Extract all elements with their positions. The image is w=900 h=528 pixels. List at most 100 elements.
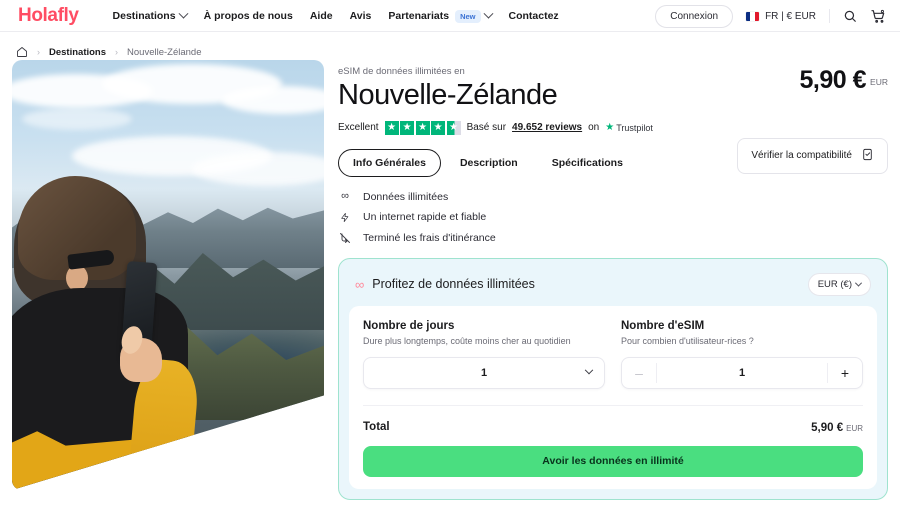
- trustpilot-star-icon: ★: [605, 122, 615, 134]
- nav-item-aide[interactable]: Aide: [310, 10, 333, 22]
- nav-item-label: Avis: [349, 10, 372, 22]
- total-value: 5,90 €: [811, 421, 844, 434]
- nav-item-avis[interactable]: Avis: [350, 10, 372, 22]
- total-row: Total 5,90 € EUR: [363, 404, 863, 436]
- locale-selector[interactable]: FR | € EUR: [746, 11, 816, 22]
- breadcrumb-item-destinations[interactable]: Destinations: [49, 47, 106, 58]
- main-nav: Destinations À propos de nous Aide Avis …: [112, 8, 656, 23]
- chevron-down-icon: [483, 8, 493, 19]
- increment-button[interactable]: +: [828, 358, 862, 388]
- purchase-card-header: ∞ Profitez de données illimitées EUR (€): [349, 269, 877, 306]
- esim-quantity-value: 1: [738, 366, 746, 379]
- home-icon[interactable]: [16, 46, 28, 58]
- nav-item-partenariats[interactable]: Partenariats New: [388, 8, 493, 23]
- phone-check-icon: [861, 148, 874, 164]
- field-days-label: Nombre de jours: [363, 319, 455, 332]
- feature-item-no-roaming: Terminé les frais d'itinérance: [338, 232, 888, 244]
- site-header: Holafly Destinations À propos de nous Ai…: [0, 0, 900, 32]
- trustpilot-brand-label: Trustpilot: [616, 122, 653, 133]
- purchase-title: Profitez de données illimitées: [372, 277, 535, 292]
- feature-item-unlimited-data: ∞ Données illimitées: [338, 191, 888, 203]
- product-tabs: Info Générales Description Spécification…: [338, 148, 638, 177]
- no-roaming-icon: [338, 232, 352, 244]
- product-column: eSIM de données illimitées en Nouvelle-Z…: [338, 60, 888, 500]
- total-amount: 5,90 € EUR: [811, 418, 863, 436]
- breadcrumb-separator: ›: [115, 47, 119, 57]
- product-price: 5,90 € EUR: [800, 66, 888, 95]
- purchase-fields: Nombre de jours Dure plus longtemps, coû…: [363, 320, 863, 389]
- field-esims: Nombre d'eSIM Pour combien d'utilisateur…: [621, 320, 863, 389]
- locale-label: FR | € EUR: [765, 10, 816, 22]
- nav-badge-new: New: [455, 9, 481, 23]
- buy-unlimited-data-button[interactable]: Avoir les données en illimité: [363, 445, 863, 477]
- price-currency: EUR: [870, 77, 888, 87]
- hero-photo: [12, 60, 324, 490]
- trustpilot-brand: ★ Trustpilot: [605, 122, 653, 133]
- cloud-shape: [222, 86, 324, 114]
- feature-label: Données illimitées: [363, 190, 449, 203]
- nav-item-label: Destinations: [112, 10, 176, 22]
- tab-description[interactable]: Description: [445, 149, 533, 177]
- feature-label: Un internet rapide et fiable: [363, 211, 487, 224]
- field-days: Nombre de jours Dure plus longtemps, coû…: [363, 320, 605, 389]
- chevron-down-icon: [854, 279, 863, 287]
- hero-image: [12, 60, 324, 490]
- header-actions: Connexion FR | € EUR: [655, 4, 886, 28]
- infinity-icon: ∞: [355, 276, 365, 292]
- feature-item-fast-internet: Un internet rapide et fiable: [338, 211, 888, 224]
- days-select-value: 1: [480, 366, 488, 379]
- days-select[interactable]: 1: [363, 356, 605, 389]
- tab-specifications[interactable]: Spécifications: [537, 149, 638, 177]
- header-divider: [829, 9, 830, 23]
- product-title-row: eSIM de données illimitées en Nouvelle-Z…: [338, 66, 888, 112]
- feature-label: Terminé les frais d'itinérance: [363, 231, 496, 244]
- trustpilot-reviews-link[interactable]: 49.652 reviews: [512, 122, 582, 133]
- feature-list: ∞ Données illimitées Un internet rapide …: [338, 191, 888, 244]
- login-button[interactable]: Connexion: [655, 4, 734, 28]
- total-label: Total: [363, 420, 390, 433]
- nav-item-label: À propos de nous: [203, 10, 293, 22]
- product-eyebrow: eSIM de données illimitées en: [338, 66, 465, 77]
- purchase-panel: Nombre de jours Dure plus longtemps, coû…: [349, 305, 877, 489]
- tab-info-generales[interactable]: Info Générales: [338, 148, 441, 177]
- star-icon: ★: [415, 120, 430, 135]
- star-icon: ★: [384, 120, 399, 135]
- field-esims-label: Nombre d'eSIM: [621, 319, 705, 332]
- total-currency: EUR: [846, 423, 863, 433]
- currency-selector-label: EUR (€): [817, 278, 852, 290]
- trustpilot-based-on: Basé sur: [466, 122, 507, 134]
- nav-item-apropos[interactable]: À propos de nous: [204, 10, 293, 22]
- check-compatibility-label: Vérifier la compatibilité: [751, 150, 852, 162]
- main-content: eSIM de données illimitées en Nouvelle-Z…: [0, 60, 900, 500]
- currency-selector[interactable]: EUR (€): [807, 272, 871, 296]
- nav-item-destinations[interactable]: Destinations: [112, 8, 189, 22]
- price-value: 5,90 €: [799, 66, 867, 94]
- field-esims-hint: Pour combien d'utilisateur-rices ?: [621, 335, 754, 346]
- field-days-hint: Dure plus longtemps, coûte moins cher au…: [363, 335, 571, 346]
- cloud-shape: [192, 152, 324, 186]
- nav-item-label: Partenariats: [388, 10, 450, 22]
- infinity-icon: ∞: [341, 190, 349, 203]
- product-heading-group: eSIM de données illimitées en Nouvelle-Z…: [338, 66, 558, 112]
- breadcrumb: › Destinations › Nouvelle-Zélande: [0, 32, 900, 60]
- nav-item-label: Aide: [309, 10, 333, 22]
- star-icon: ★: [431, 120, 446, 135]
- logo[interactable]: Holafly: [18, 5, 79, 27]
- purchase-title-group: ∞ Profitez de données illimitées: [355, 277, 535, 291]
- decrement-button[interactable]: –: [622, 358, 656, 388]
- check-compatibility-button[interactable]: Vérifier la compatibilité: [737, 137, 888, 174]
- cart-icon[interactable]: [870, 8, 886, 24]
- esim-quantity-stepper: – 1 +: [621, 356, 863, 389]
- page-title: Nouvelle-Zélande: [338, 79, 558, 111]
- tabs-row: Info Générales Description Spécification…: [338, 135, 888, 177]
- search-icon[interactable]: [843, 9, 857, 23]
- purchase-card: ∞ Profitez de données illimitées EUR (€)…: [338, 257, 888, 500]
- star-half-icon: ★: [446, 120, 461, 135]
- breadcrumb-item-current: Nouvelle-Zélande: [127, 46, 202, 58]
- trustpilot-stars: ★ ★ ★ ★ ★: [384, 120, 461, 135]
- chevron-down-icon: [178, 8, 189, 19]
- trustpilot-word: Excellent: [338, 122, 379, 134]
- nav-item-contactez[interactable]: Contactez: [509, 10, 559, 22]
- breadcrumb-separator: ›: [37, 47, 40, 57]
- trustpilot-rating: Excellent ★ ★ ★ ★ ★ Basé sur 49.652 revi…: [338, 120, 888, 135]
